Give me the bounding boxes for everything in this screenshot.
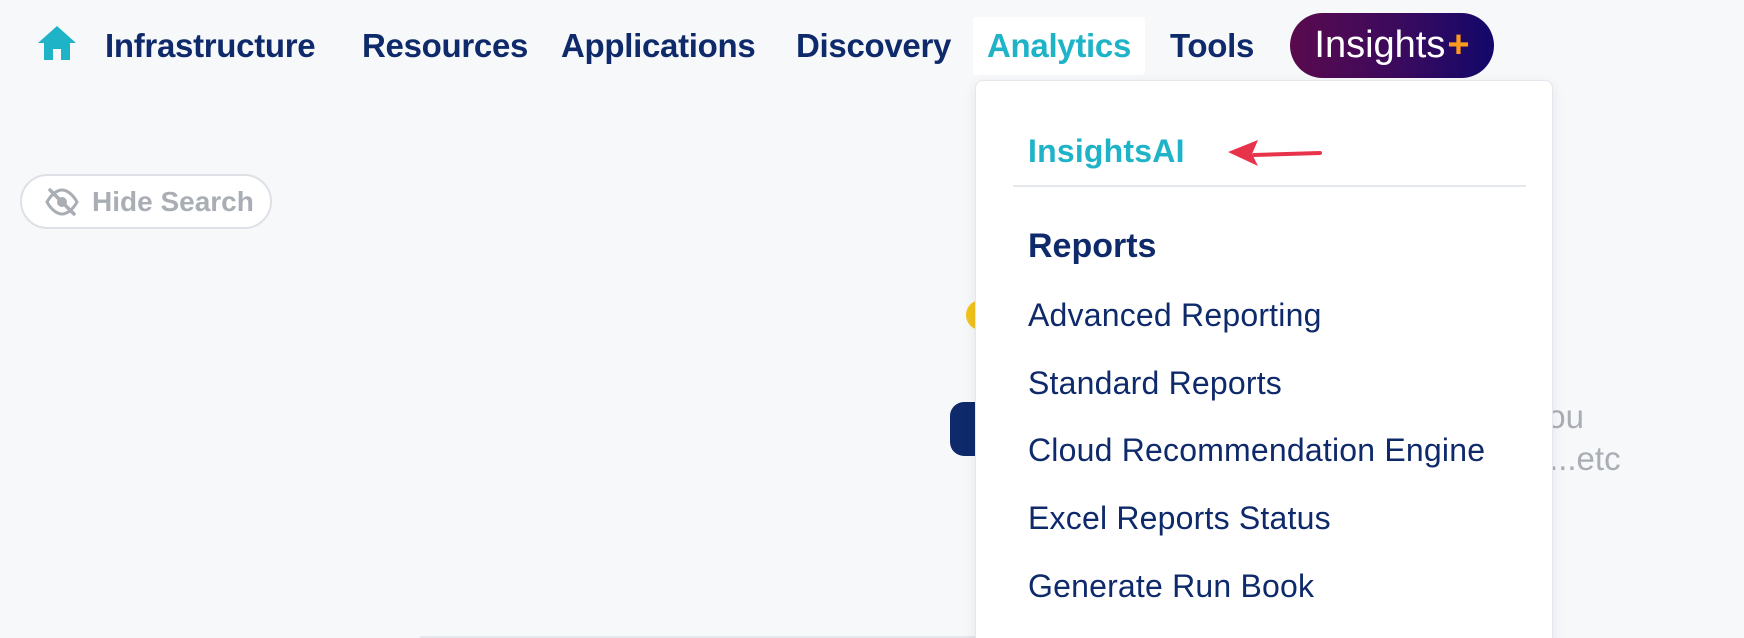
menu-item-standard-reports[interactable]: Standard Reports [1028,365,1282,402]
eye-slash-icon [44,187,80,217]
menu-item-generate-run-book[interactable]: Generate Run Book [1028,568,1314,605]
menu-divider [1013,185,1526,187]
insights-label: Insights [1314,24,1446,66]
top-navigation: Infrastructure Resources Applications Di… [0,0,1744,90]
nav-discovery[interactable]: Discovery [782,17,965,75]
nav-analytics[interactable]: Analytics [973,17,1146,75]
insights-plus-mark: + [1447,24,1470,66]
annotation-arrow-icon [1228,140,1322,166]
menu-section-reports: Reports [1028,227,1157,265]
app-page: ch thing you ources...etc Infrastructure… [0,0,1744,638]
hide-search-label: Hide Search [92,185,254,217]
nav-resources[interactable]: Resources [348,17,542,75]
menu-item-excel-reports-status[interactable]: Excel Reports Status [1028,500,1331,537]
home-icon [36,24,78,67]
nav-applications[interactable]: Applications [547,17,769,75]
nav-tools[interactable]: Tools [1156,17,1268,75]
nav-infrastructure[interactable]: Infrastructure [91,17,329,75]
menu-item-cloud-recommendation-engine[interactable]: Cloud Recommendation Engine [1028,432,1485,469]
menu-item-advanced-reporting[interactable]: Advanced Reporting [1028,297,1322,334]
home-button[interactable] [34,24,80,66]
insights-plus-button[interactable]: Insights + [1290,13,1494,78]
menu-item-insightsai[interactable]: InsightsAI [1028,133,1185,170]
hide-search-button[interactable]: Hide Search [20,174,272,229]
